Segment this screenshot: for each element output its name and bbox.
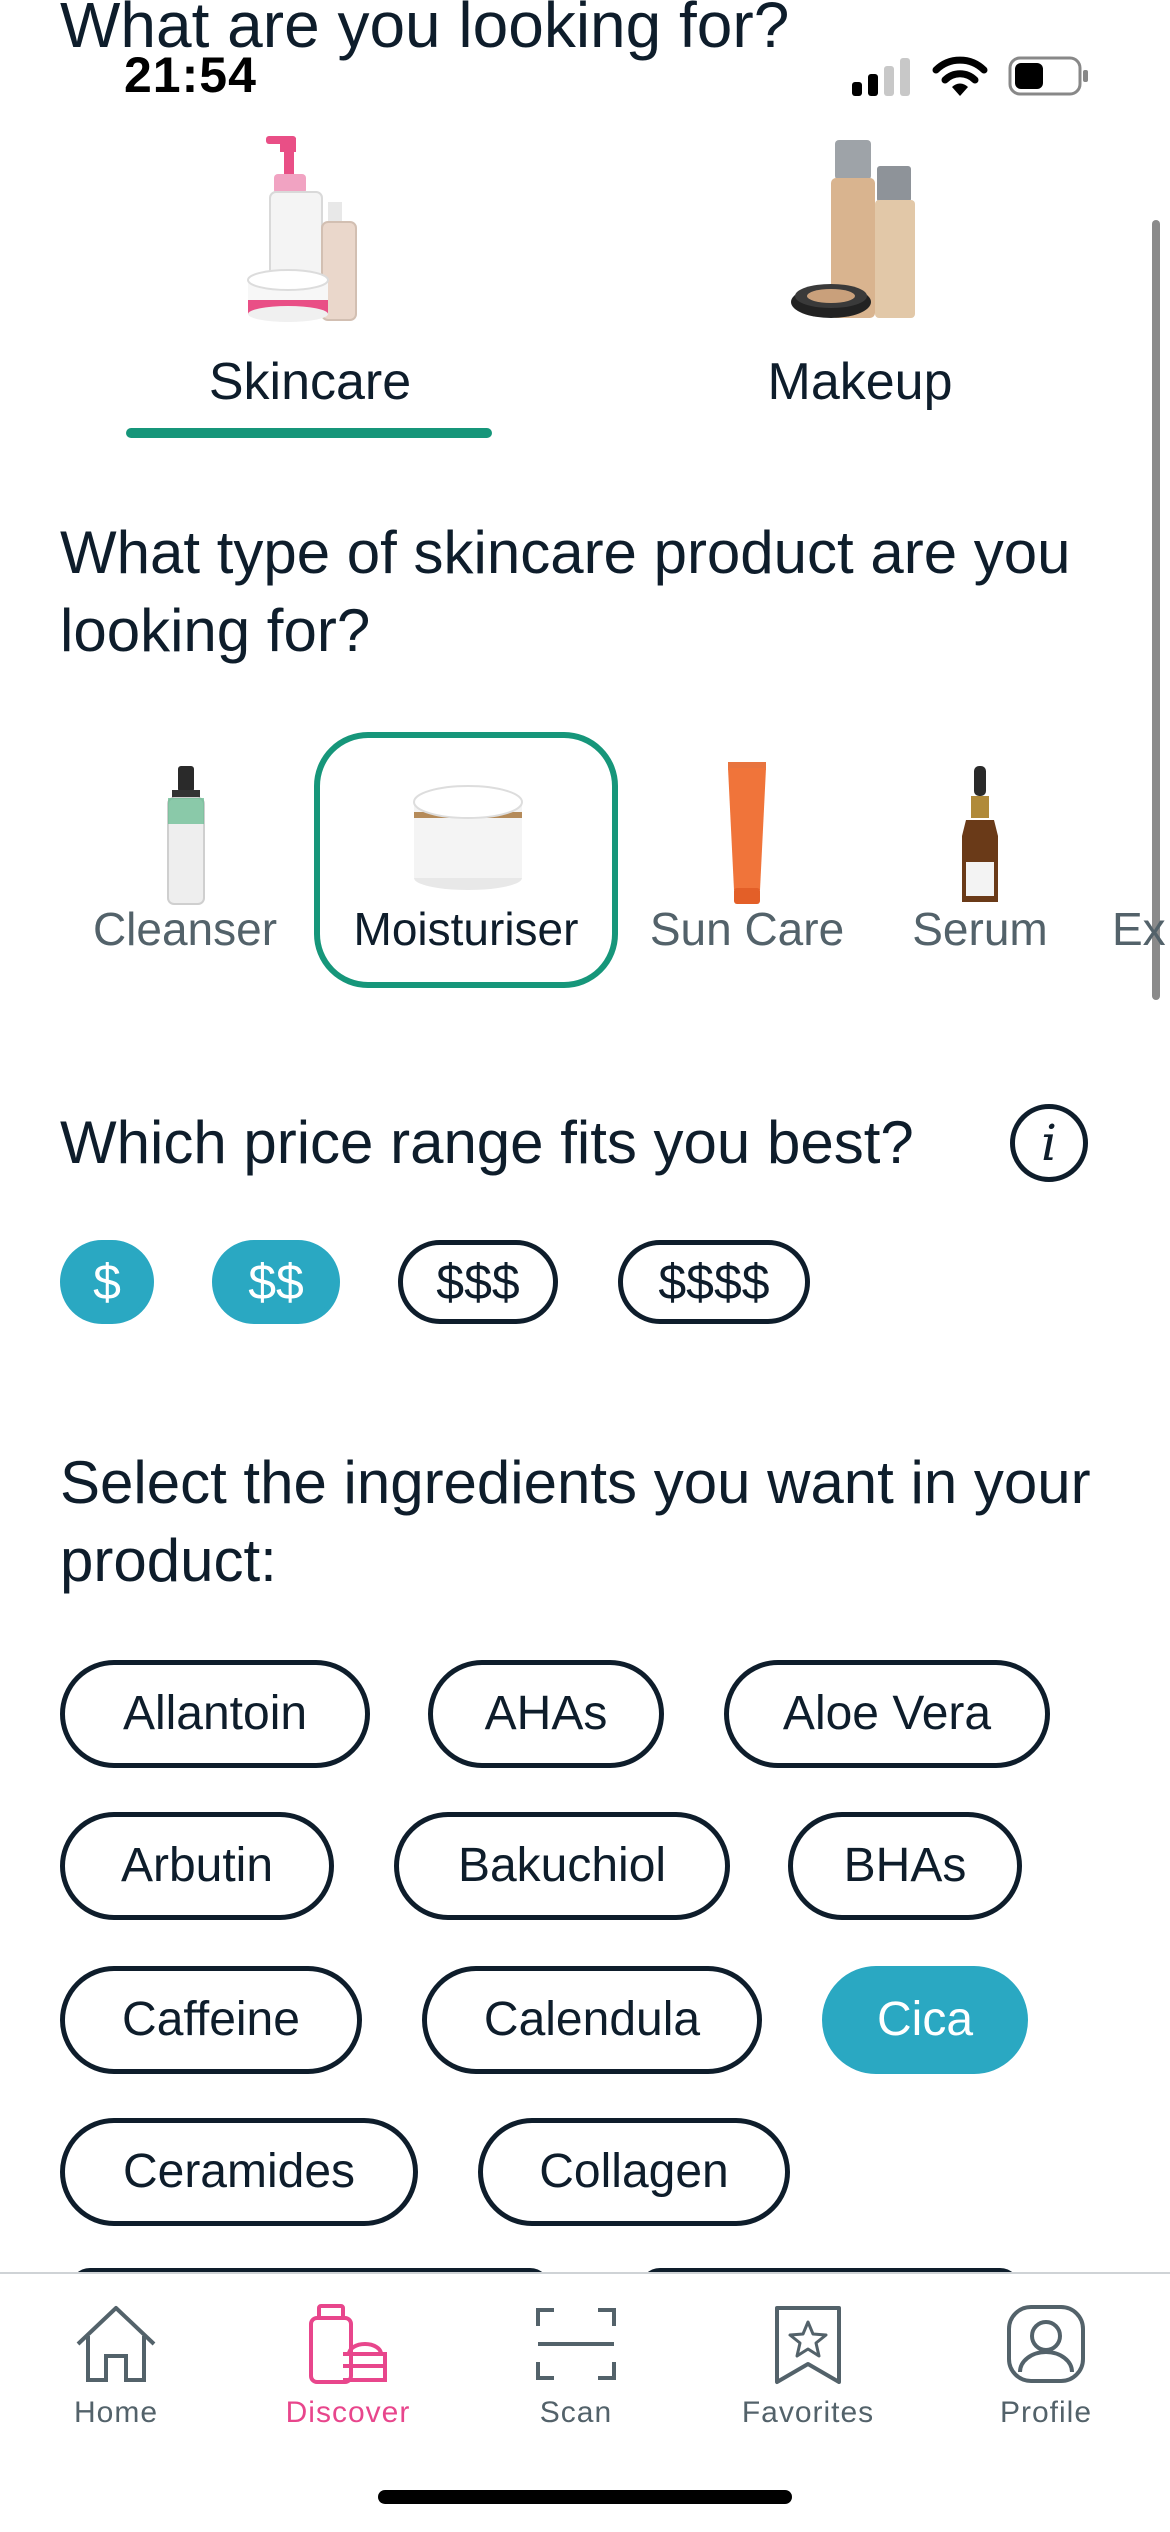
nav-favorites-label: Favorites xyxy=(741,2396,875,2429)
tab-makeup[interactable]: Makeup xyxy=(650,130,1070,430)
wifi-icon xyxy=(932,56,988,96)
signal-icon xyxy=(852,58,910,96)
status-time: 21:54 xyxy=(124,47,257,103)
nav-profile[interactable]: Profile xyxy=(956,2296,1136,2436)
home-indicator[interactable] xyxy=(378,2490,792,2504)
product-type-serum[interactable]: Serum xyxy=(880,732,1080,988)
product-type-moisturiser[interactable]: Moisturiser xyxy=(314,732,618,988)
ingredient-arbutin[interactable]: Arbutin xyxy=(60,1812,334,1920)
nav-favorites[interactable]: Favorites xyxy=(718,2296,898,2436)
home-icon xyxy=(76,2306,156,2382)
tab-makeup-label: Makeup xyxy=(767,353,953,411)
product-type-moisturiser-label: Moisturiser xyxy=(353,903,579,955)
info-icon[interactable]: i xyxy=(1010,1104,1088,1182)
nav-home[interactable]: Home xyxy=(26,2296,206,2436)
favorites-icon xyxy=(775,2306,841,2384)
nav-discover-label: Discover xyxy=(285,2396,411,2429)
product-type-cleanser[interactable]: Cleanser xyxy=(80,732,290,988)
ingredient-allantoin[interactable]: Allantoin xyxy=(60,1660,370,1768)
product-type-sun-care[interactable]: Sun Care xyxy=(640,732,854,988)
ingredient-caffeine[interactable]: Caffeine xyxy=(60,1966,362,2074)
price-option-1[interactable]: $ xyxy=(60,1240,154,1324)
tab-skincare-label: Skincare xyxy=(208,353,412,411)
price-option-2[interactable]: $$ xyxy=(212,1240,340,1324)
cleanser-bottle-icon xyxy=(167,766,205,905)
nav-home-label: Home xyxy=(73,2396,159,2429)
nav-scan[interactable]: Scan xyxy=(486,2296,666,2436)
product-type-ex-label: Ex xyxy=(1112,903,1166,955)
product-type-sun-care-label: Sun Care xyxy=(649,903,845,955)
product-type-ex[interactable]: Ex xyxy=(1112,732,1170,988)
price-option-4[interactable]: $$$$ xyxy=(618,1240,810,1324)
product-type-cleanser-label: Cleanser xyxy=(92,903,278,955)
sun-care-tube-icon xyxy=(728,762,766,904)
ingredient-aloe-vera[interactable]: Aloe Vera xyxy=(724,1660,1050,1768)
serum-dropper-icon xyxy=(962,766,998,902)
product-type-title: What type of skincare product are you lo… xyxy=(60,519,1071,664)
ingredient-bhas[interactable]: BHAs xyxy=(788,1812,1022,1920)
ingredient-bakuchiol[interactable]: Bakuchiol xyxy=(394,1812,730,1920)
tab-skincare[interactable]: Skincare xyxy=(100,130,520,430)
ingredient-collagen[interactable]: Collagen xyxy=(478,2118,790,2226)
nav-scan-label: Scan xyxy=(539,2396,613,2429)
profile-icon xyxy=(1007,2305,1085,2383)
price-option-3[interactable]: $$$ xyxy=(398,1240,558,1324)
makeup-products-icon xyxy=(791,140,915,318)
product-type-serum-label: Serum xyxy=(912,903,1048,955)
skincare-products-icon xyxy=(247,136,357,322)
tab-active-indicator xyxy=(126,428,492,438)
ingredient-ahas[interactable]: AHAs xyxy=(428,1660,664,1768)
nav-discover[interactable]: Discover xyxy=(258,2296,438,2436)
moisturiser-jar-icon xyxy=(413,785,523,890)
ingredients-title: Select the ingredients you want in your … xyxy=(60,1449,1091,1594)
scan-icon xyxy=(536,2308,616,2380)
ingredient-ceramides[interactable]: Ceramides xyxy=(60,2118,418,2226)
ingredient-calendula[interactable]: Calendula xyxy=(422,1966,762,2074)
price-title: Which price range fits you best? xyxy=(60,1109,914,1176)
ingredient-cica[interactable]: Cica xyxy=(822,1966,1028,2074)
discover-icon xyxy=(309,2304,387,2384)
nav-profile-label: Profile xyxy=(999,2396,1093,2429)
battery-icon xyxy=(1008,56,1088,96)
